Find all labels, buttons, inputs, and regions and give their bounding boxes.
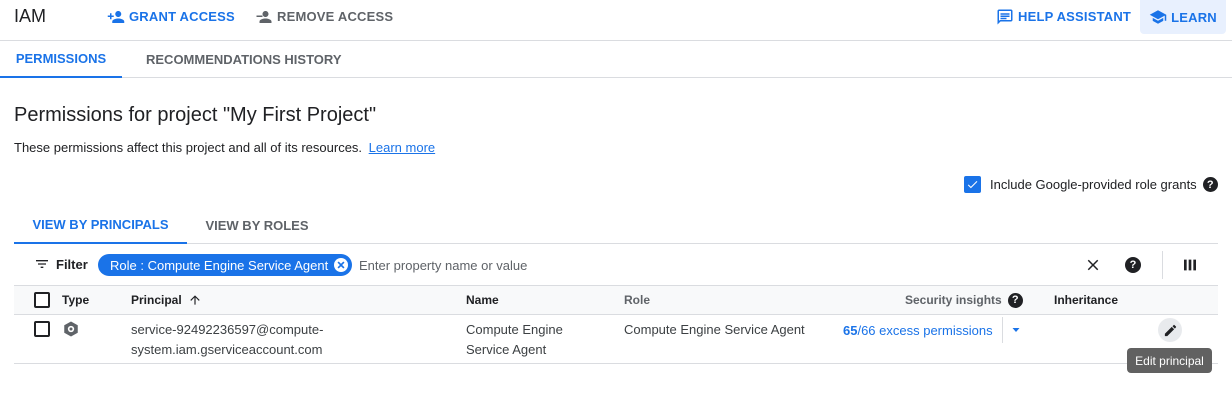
security-insights-link[interactable]: 65/66 excess permissions [843, 321, 993, 341]
col-type[interactable]: Type [62, 286, 89, 314]
col-security-insights-label: Security insights [905, 293, 1002, 307]
tab-view-by-principals[interactable]: VIEW BY PRINCIPALS [14, 206, 187, 244]
learn-button[interactable]: LEARN [1140, 0, 1226, 34]
help-assistant-label: HELP ASSISTANT [1018, 9, 1132, 24]
main-tabs: PERMISSIONS RECOMMENDATIONS HISTORY [0, 41, 1232, 78]
chip-remove-icon[interactable] [334, 258, 349, 272]
grant-access-button[interactable]: GRANT ACCESS [107, 0, 235, 33]
name-line-1: Compute Engine [466, 322, 563, 337]
arrow-upward-icon [190, 295, 200, 305]
toolbar-divider [1162, 251, 1163, 279]
col-name[interactable]: Name [466, 286, 499, 314]
grant-access-label: GRANT ACCESS [129, 9, 235, 24]
remove-access-label: REMOVE ACCESS [277, 9, 394, 24]
help-icon[interactable]: ? [1202, 177, 1218, 192]
col-inheritance: Inheritance [1054, 293, 1119, 307]
filter-input[interactable] [359, 255, 859, 275]
role-cell: Compute Engine Service Agent [624, 322, 805, 337]
filter-button[interactable]: Filter [34, 256, 88, 272]
app-title: IAM [14, 6, 47, 26]
security-insights-help-icon[interactable]: ? [1007, 292, 1023, 308]
filter-chip-label: Role : Compute Engine Service Agent [110, 257, 329, 273]
select-all-checkbox[interactable] [34, 292, 50, 308]
column-display-icon[interactable] [1180, 255, 1200, 275]
principal-cell: service-92492236597@compute- system.iam.… [131, 320, 323, 360]
tab-recommendations-history[interactable]: RECOMMENDATIONS HISTORY [146, 41, 342, 77]
page-description: These permissions affect this project an… [14, 140, 435, 155]
description-text: These permissions affect this project an… [14, 140, 363, 155]
tab-permissions[interactable]: PERMISSIONS [0, 41, 122, 78]
edit-principal-button[interactable] [1158, 318, 1182, 342]
learn-label: LEARN [1171, 9, 1217, 25]
col-principal-label: Principal [131, 293, 182, 307]
col-role: Role [624, 293, 651, 307]
name-line-2: Service Agent [466, 342, 547, 357]
principal-line-2: system.iam.gserviceaccount.com [131, 342, 323, 357]
top-bar: IAM GRANT ACCESS REMOVE ACCESS HELP ASSI… [0, 0, 1232, 41]
filter-bar: Filter Role : Compute Engine Service Age… [14, 244, 1218, 286]
school-icon [1149, 10, 1167, 24]
filter-chip[interactable]: Role : Compute Engine Service Agent [98, 254, 353, 276]
table-header: Type Principal Name Role Security insigh… [14, 286, 1218, 315]
col-principal[interactable]: Principal [131, 286, 202, 314]
page-title: Permissions for project "My First Projec… [14, 104, 377, 126]
person-remove-icon [256, 10, 272, 23]
pencil-icon [1164, 324, 1176, 336]
row-select-cell [34, 321, 50, 337]
edit-principal-tooltip: Edit principal [1127, 348, 1212, 373]
include-google-grants: Include Google-provided role grants ? [964, 176, 1218, 193]
help-assistant-button[interactable]: HELP ASSISTANT [996, 0, 1131, 33]
chat-icon [997, 9, 1013, 24]
tab-view-by-roles[interactable]: VIEW BY ROLES [187, 206, 327, 244]
select-all-cell [34, 286, 50, 314]
learn-more-link[interactable]: Learn more [369, 140, 435, 155]
insight-count: 65 [843, 323, 858, 338]
include-google-grants-label: Include Google-provided role grants [990, 177, 1197, 192]
principal-line-1: service-92492236597@compute- [131, 322, 324, 337]
filter-label: Filter [56, 256, 88, 272]
remove-access-button[interactable]: REMOVE ACCESS [255, 0, 393, 33]
service-account-icon [62, 320, 80, 341]
filter-list-icon [36, 260, 48, 268]
insights-dropdown-button[interactable] [1002, 317, 1028, 343]
check-icon [967, 181, 978, 189]
person-add-icon [107, 10, 125, 23]
view-tabs: VIEW BY PRINCIPALS VIEW BY ROLES [14, 206, 1218, 244]
name-cell: Compute Engine Service Agent [466, 320, 563, 360]
clear-filter-icon[interactable] [1083, 255, 1103, 275]
table-row: service-92492236597@compute- system.iam.… [14, 315, 1218, 364]
row-checkbox[interactable] [34, 321, 50, 337]
include-google-grants-checkbox[interactable] [964, 176, 981, 193]
arrow-drop-down-icon [1012, 328, 1019, 332]
insight-text: /66 excess permissions [857, 323, 993, 338]
filter-help-icon[interactable]: ? [1123, 255, 1143, 275]
col-security-insights: Security insights ? [905, 286, 1023, 314]
